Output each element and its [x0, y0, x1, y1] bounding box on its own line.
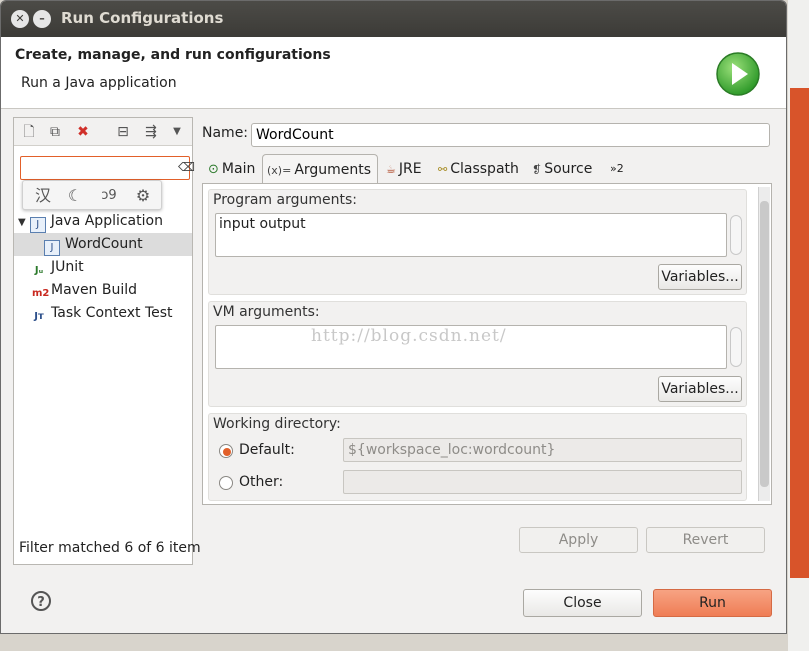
program-variables-button[interactable]: Variables...	[658, 264, 742, 290]
window-title: Run Configurations	[61, 9, 224, 27]
configuration-tree-pane: 🗋 ⧉ ✖ ⊟ ⇶ ▼ ⌫ 汉 ☾ ↄ9 ⚙ ▼ J Java Applicatio…	[13, 117, 201, 565]
half-width-icon[interactable]: ☾	[63, 185, 87, 207]
maven-icon: m2	[32, 288, 50, 299]
junit-icon: Jᵤ	[34, 265, 44, 276]
default-radio[interactable]	[219, 444, 233, 458]
source-tab-icon: ❡	[532, 163, 542, 176]
tree-item-label: WordCount	[65, 236, 143, 252]
vm-arguments-group: VM arguments: Variables...	[208, 301, 747, 407]
working-directory-group: Working directory: Default: ${workspace_…	[208, 413, 747, 501]
new-configuration-icon[interactable]: 🗋	[20, 123, 38, 141]
tree-item-junit[interactable]: Jᵤ JUnit	[32, 256, 210, 279]
other-directory-field[interactable]	[343, 470, 742, 494]
expanded-triangle-icon: ▼	[18, 217, 26, 228]
ime-settings-icon[interactable]: ⚙	[131, 185, 155, 207]
input-method-toolbar: 汉 ☾ ↄ9 ⚙	[22, 180, 162, 210]
name-input[interactable]	[251, 123, 770, 147]
tab-source[interactable]: ❡ Source	[528, 154, 596, 184]
tree-item-task-context-test[interactable]: Jᴛ Task Context Test	[32, 302, 210, 325]
tree-item-label: Maven Build	[51, 282, 138, 298]
working-directory-label: Working directory:	[213, 416, 341, 432]
classpath-tab-icon: ⚯	[438, 163, 448, 176]
jre-tab-icon: ☕	[386, 163, 396, 176]
tree-item-label: Java Application	[50, 213, 163, 229]
close-window-icon[interactable]: ✕	[11, 10, 29, 28]
filter-icon[interactable]: ⇶	[142, 123, 160, 141]
tab-arguments[interactable]: (x)= Arguments	[262, 154, 378, 184]
help-icon[interactable]: ?	[31, 591, 51, 611]
run-button[interactable]: Run	[653, 589, 772, 617]
tab-label: Main	[221, 161, 256, 177]
tree-item-java-application[interactable]: ▼ J Java Application	[18, 210, 196, 233]
clear-filter-icon[interactable]: ⌫	[178, 160, 195, 174]
other-radio[interactable]	[219, 476, 233, 490]
filter-input[interactable]	[20, 156, 190, 180]
tab-label: Arguments	[294, 162, 372, 178]
main-tab-icon: ⊙	[208, 162, 219, 177]
panel-scrollbar[interactable]	[758, 187, 770, 501]
title-bar: ✕ – Run Configurations	[1, 1, 786, 37]
program-arguments-textarea[interactable]: input output	[215, 213, 727, 257]
apply-button[interactable]: Apply	[519, 527, 638, 553]
other-label: Other:	[239, 474, 284, 490]
scrollbar-thumb[interactable]	[760, 201, 769, 487]
duplicate-icon[interactable]: ⧉	[46, 123, 64, 141]
desktop-window-edge	[790, 88, 809, 578]
run-configurations-dialog: ✕ – Run Configurations Create, manage, a…	[0, 0, 787, 634]
java-launch-icon: J	[44, 240, 60, 256]
filter-status: Filter matched 6 of 6 item	[19, 540, 201, 556]
program-arguments-label: Program arguments:	[213, 192, 357, 208]
arguments-tab-icon: (x)=	[267, 164, 292, 177]
default-directory-field: ${workspace_loc:wordcount}	[343, 438, 742, 462]
tab-main[interactable]: ⊙ Main	[204, 154, 259, 184]
tab-label: Source	[544, 161, 593, 177]
task-context-icon: Jᴛ	[34, 311, 44, 322]
vm-variables-button[interactable]: Variables...	[658, 376, 742, 402]
run-icon	[716, 52, 760, 96]
tree-item-wordcount[interactable]: J WordCount	[14, 233, 192, 256]
tree-toolbar: 🗋 ⧉ ✖ ⊟ ⇶ ▼	[14, 118, 192, 146]
tab-classpath[interactable]: ⚯ Classpath	[434, 154, 523, 184]
header-subtitle: Run a Java application	[21, 75, 177, 91]
tree-item-maven-build[interactable]: m2 Maven Build	[32, 279, 210, 302]
tab-overflow[interactable]: »2	[606, 154, 628, 184]
dialog-header: Create, manage, and run configurations R…	[1, 37, 786, 109]
minimize-window-icon[interactable]: –	[33, 10, 51, 28]
tab-label: JRE	[398, 161, 422, 177]
delete-icon[interactable]: ✖	[74, 123, 92, 141]
tab-bar: ⊙ Main (x)= Arguments ☕ JRE ⚯ Classpath ❡ Sou…	[202, 154, 772, 184]
program-arguments-group: Program arguments: input output Variable…	[208, 189, 747, 295]
textarea-scrollbar[interactable]	[730, 215, 742, 255]
tab-label: Classpath	[450, 161, 519, 177]
tree-item-label: Task Context Test	[51, 305, 173, 321]
tree-item-label: JUnit	[51, 259, 84, 275]
collapse-all-icon[interactable]: ⊟	[114, 123, 132, 141]
revert-button[interactable]: Revert	[646, 527, 765, 553]
close-button[interactable]: Close	[523, 589, 642, 617]
tab-jre[interactable]: ☕ JRE	[382, 154, 426, 184]
name-label: Name:	[202, 125, 249, 141]
view-menu-icon[interactable]: ▼	[168, 123, 186, 141]
default-label: Default:	[239, 442, 295, 458]
header-title: Create, manage, and run configurations	[15, 47, 331, 63]
textarea-scrollbar[interactable]	[730, 327, 742, 367]
vm-arguments-label: VM arguments:	[213, 304, 320, 320]
watermark: http://blog.csdn.net/	[311, 326, 507, 346]
punctuation-icon[interactable]: ↄ9	[97, 185, 121, 207]
chinese-mode-icon[interactable]: 汉	[31, 185, 55, 207]
java-application-icon: J	[29, 217, 46, 233]
